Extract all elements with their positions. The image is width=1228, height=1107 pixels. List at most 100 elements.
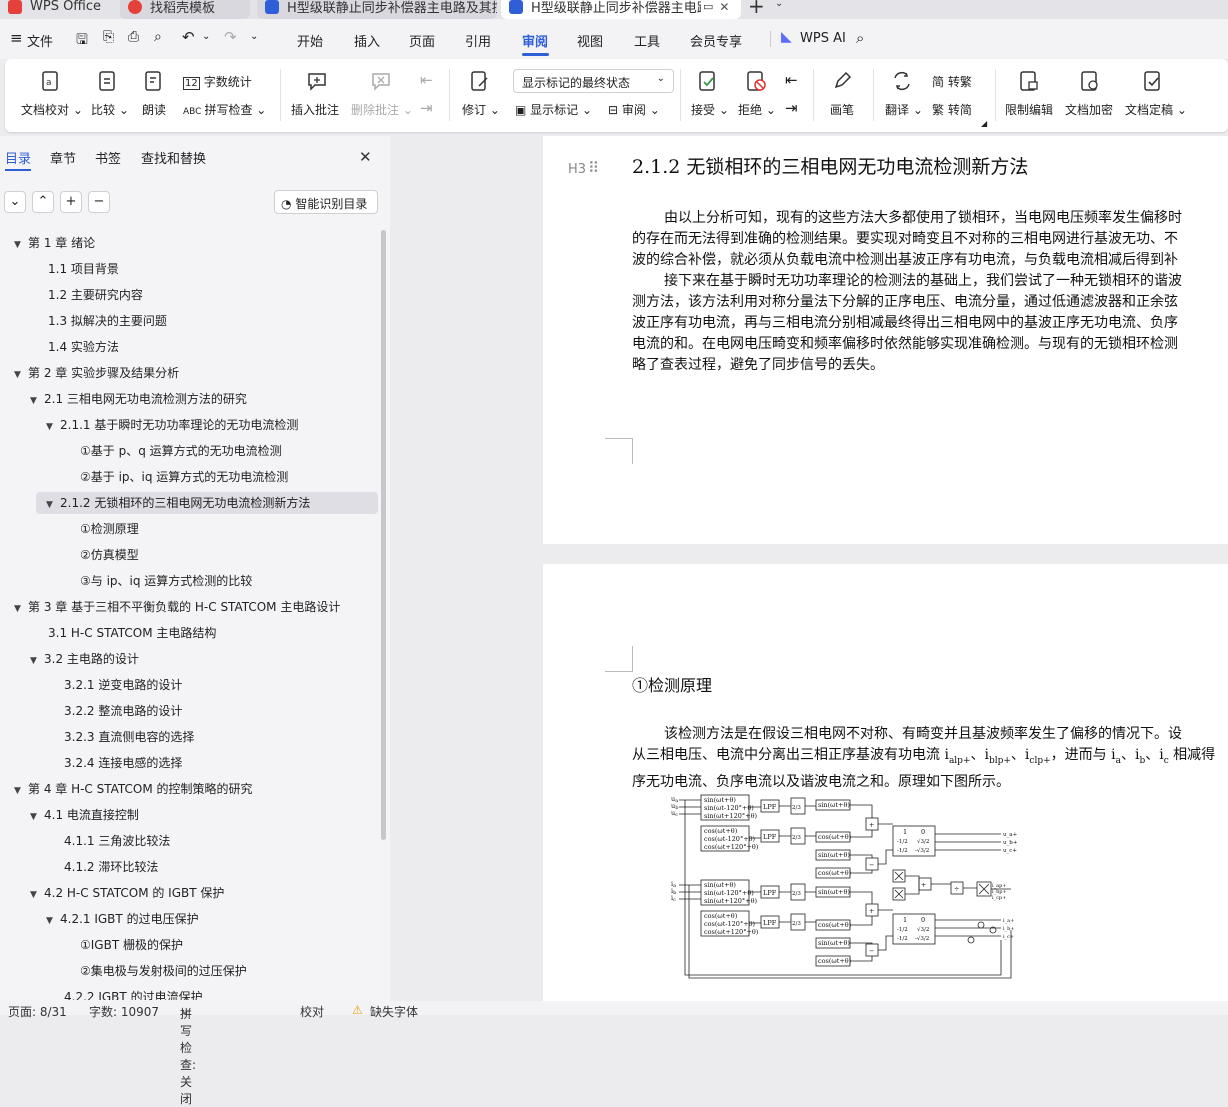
word-count-button[interactable]: 12 字数统计 [183, 73, 252, 90]
paragraph-1[interactable]: 由以上分析可知，现有的这些方法大多都使用了锁相环，当电网电压频率发生偏移时 的存… [632, 208, 1228, 271]
toc-item[interactable]: ①基于 p、q 运算方式的无功电流检测 [62, 440, 282, 462]
toc-item[interactable]: ▼ 第 4 章 H-C STATCOM 的控制策略的研究 [14, 778, 253, 800]
word-count-status[interactable]: 字数: 10907 [89, 1003, 159, 1020]
menu-start[interactable]: 开始 [297, 31, 323, 50]
compare-button[interactable]: 比较 ⌄ [91, 101, 129, 118]
add-heading-button[interactable]: + [60, 191, 82, 213]
print-icon[interactable]: ⎙ [128, 29, 139, 45]
toc-item[interactable]: ▼ 4.1 电流直接控制 [30, 804, 139, 826]
tab-bookmarks[interactable]: 书签 [95, 148, 121, 167]
hamburger-icon[interactable]: ≡ [10, 29, 23, 47]
menu-reference[interactable]: 引用 [465, 31, 491, 50]
toc-item[interactable]: 3.1 H-C STATCOM 主电路结构 [30, 622, 216, 644]
revise-button[interactable]: 修订 ⌄ [462, 101, 500, 118]
tab-toc[interactable]: 目录 [5, 148, 31, 167]
finalize-button[interactable]: 文档定稿 ⌄ [1125, 101, 1187, 118]
redo-icon[interactable]: ↷ [224, 28, 237, 46]
caret-down-icon[interactable]: ▼ [14, 780, 28, 802]
toc-item[interactable]: 3.2.1 逆变电路的设计 [46, 674, 182, 696]
new-tab-icon[interactable]: + [748, 0, 765, 18]
toc-item[interactable]: ▼ 4.2 H-C STATCOM 的 IGBT 保护 [30, 882, 224, 904]
menu-tools[interactable]: 工具 [634, 31, 660, 50]
detection-principle-diagram[interactable]: ua ub uc ia ib ic sin(ωt+θ) sin(ωt-120°+… [671, 790, 1031, 986]
tab-document-1[interactable]: H型级联静止同步补偿器主电路及其控 [257, 0, 497, 19]
file-menu[interactable]: 文件 [27, 31, 53, 50]
menu-member[interactable]: 会员专享 [690, 31, 742, 50]
toc-item[interactable]: ①检测原理 [62, 518, 139, 540]
export-pdf-icon[interactable]: ⎘ [103, 29, 114, 45]
toc-item[interactable]: 4.2.2 IGBT 的过电流保护 [46, 986, 203, 1000]
toc-item[interactable]: ▼ 第 1 章 绪论 [14, 232, 95, 254]
caret-down-icon[interactable]: ▼ [30, 390, 44, 412]
undo-icon[interactable]: ↶ [182, 28, 195, 46]
more-icon[interactable]: ⌄ [250, 31, 258, 42]
print-preview-icon[interactable]: ⌕ [154, 29, 162, 45]
toc-item[interactable]: ▼ 第 2 章 实验步骤及结果分析 [14, 362, 179, 384]
page-indicator[interactable]: 页面: 8/31 [8, 1003, 67, 1020]
chevron-down-icon[interactable]: ⌄ [775, 0, 783, 9]
display-state-dropdown[interactable]: 显示标记的最终状态 ⌄ [513, 69, 674, 93]
search-icon[interactable]: ⌕ [856, 29, 864, 47]
toc-item[interactable]: ②集电极与发射极间的过压保护 [62, 960, 247, 982]
subheading[interactable]: ①检测原理 [632, 672, 712, 696]
caret-down-icon[interactable]: ▼ [30, 884, 44, 906]
to-traditional-button[interactable]: 简 转繁 [932, 73, 972, 90]
translate-button[interactable]: 翻译 ⌄ [885, 101, 923, 118]
read-aloud-button[interactable]: 朗读 [142, 101, 166, 118]
toc-item[interactable]: ▼ 3.2 主电路的设计 [30, 648, 139, 670]
accept-button[interactable]: 接受 ⌄ [691, 101, 729, 118]
missing-font-status[interactable]: 缺失字体 [370, 1003, 418, 1020]
prev-revision-icon[interactable]: ⇤ [785, 71, 798, 89]
toc-item[interactable]: ▼ 2.1.2 无锁相环的三相电网无功电流检测新方法 [36, 492, 378, 514]
toc-item[interactable]: ▼ 4.2.1 IGBT 的过电压保护 [46, 908, 199, 930]
delete-comment-button[interactable]: 删除批注 ⌄ [351, 101, 413, 118]
collapse-all-button[interactable]: ⌄ [4, 191, 26, 213]
doc-check-button[interactable]: 文档校对 ⌄ [21, 101, 83, 118]
caret-down-icon[interactable]: ▼ [30, 806, 44, 828]
caret-down-icon[interactable]: ▼ [14, 234, 28, 256]
restrict-edit-button[interactable]: 限制编辑 [1005, 101, 1053, 118]
encrypt-button[interactable]: 文档加密 [1065, 101, 1113, 118]
caret-down-icon[interactable]: ▼ [46, 416, 60, 438]
tab-wps-office[interactable]: WPS Office [0, 0, 112, 19]
toc-item[interactable]: ▼ 第 3 章 基于三相不平衡负载的 H-C STATCOM 主电路设计 [14, 596, 340, 618]
wps-ai-button[interactable]: WPS AI [800, 31, 846, 46]
proofread-status[interactable]: 校对 [300, 1003, 324, 1020]
prev-comment-icon[interactable]: ⇤ [420, 71, 433, 89]
tab-find-replace[interactable]: 查找和替换 [141, 148, 206, 167]
close-tab-icon[interactable]: ✕ [719, 0, 729, 14]
smart-toc-button[interactable]: ◔ 智能识别目录 [274, 190, 378, 214]
paragraph-3[interactable]: 该检测方法是在假设三相电网不对称、有畸变并且基波频率发生了偏移的情况下。设 从三… [632, 724, 1228, 793]
pen-button[interactable]: 画笔 [830, 101, 854, 118]
menu-page[interactable]: 页面 [409, 31, 435, 50]
screen-icon[interactable]: ▭ [703, 0, 713, 13]
toc-item[interactable]: 1.2 主要研究内容 [30, 284, 143, 306]
section-heading[interactable]: 2.1.2 无锁相环的三相电网无功电流检测新方法 [632, 152, 1028, 179]
toc-item[interactable]: 3.2.3 直流侧电容的选择 [46, 726, 194, 748]
tab-document-2[interactable]: H型级联静止同步补偿器主电路 ▭ ✕ [501, 0, 741, 19]
toc-item[interactable]: ②仿真模型 [62, 544, 139, 566]
tab-chapters[interactable]: 章节 [50, 148, 76, 167]
toc-item[interactable]: ③与 ip、iq 运算方式检测的比较 [62, 570, 252, 592]
insert-comment-button[interactable]: 插入批注 [291, 101, 339, 118]
to-simplified-button[interactable]: 繁 转简 [932, 101, 972, 118]
toc-item[interactable]: 1.1 项目背景 [30, 258, 119, 280]
caret-down-icon[interactable]: ▼ [14, 364, 28, 386]
drag-handle-icon[interactable]: ⠿ [588, 159, 599, 177]
show-markup-button[interactable]: ▣ 显示标记 ⌄ [515, 101, 592, 118]
reject-button[interactable]: 拒绝 ⌄ [738, 101, 776, 118]
toc-item[interactable]: 3.2.2 整流电路的设计 [46, 700, 182, 722]
close-pane-icon[interactable]: ✕ [359, 148, 372, 166]
review-pane-button[interactable]: ⊟ 审阅 ⌄ [608, 101, 660, 118]
toc-item[interactable]: 1.3 拟解决的主要问题 [30, 310, 167, 332]
menu-insert[interactable]: 插入 [354, 31, 380, 50]
toc-item[interactable]: 1.4 实验方法 [30, 336, 119, 358]
toc-item[interactable]: 4.1.2 滞环比较法 [46, 856, 158, 878]
toc-item[interactable]: ▼ 2.1.1 基于瞬时无功功率理论的无功电流检测 [46, 414, 298, 436]
toc-item[interactable]: ②基于 ip、iq 运算方式的无功电流检测 [62, 466, 288, 488]
toc-item[interactable]: 4.1.1 三角波比较法 [46, 830, 170, 852]
caret-down-icon[interactable]: ▼ [30, 650, 44, 672]
caret-down-icon[interactable]: ▼ [46, 494, 60, 516]
menu-review[interactable]: 审阅 [522, 31, 548, 50]
remove-heading-button[interactable]: − [88, 191, 110, 213]
